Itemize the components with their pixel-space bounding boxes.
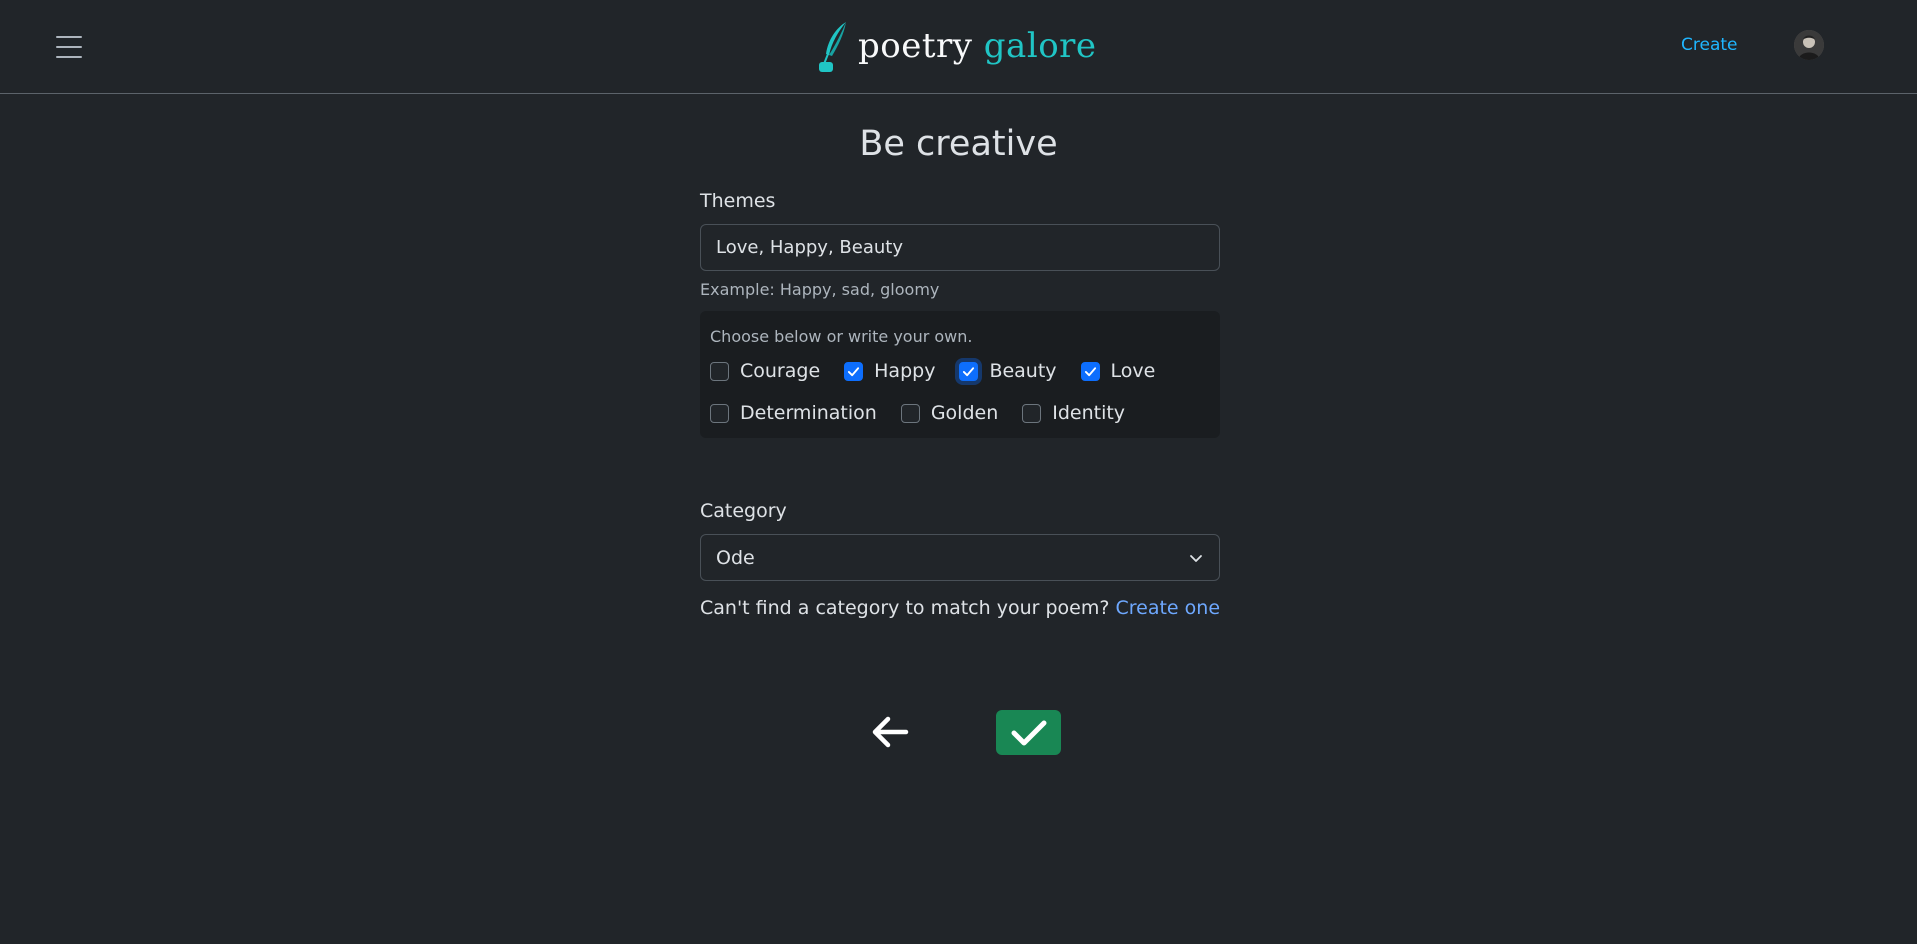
checkbox[interactable]: [844, 361, 864, 381]
cant-find-text: Can't find a category to match your poem…: [700, 597, 1110, 619]
checkbox-label: Identity: [1052, 402, 1126, 424]
theme-checkbox-group: Courage Happy Beauty Love Determination …: [710, 360, 1210, 424]
theme-checkbox-happy[interactable]: Happy: [844, 360, 935, 382]
arrow-left-icon: [872, 716, 909, 748]
hamburger-menu-icon[interactable]: [56, 36, 82, 58]
category-help: Can't find a category to match your poem…: [700, 597, 1220, 619]
page-title: Be creative: [859, 124, 1058, 164]
checkbox-label: Golden: [930, 402, 999, 424]
check-icon: [1011, 720, 1046, 745]
checkbox-label: Courage: [740, 360, 821, 382]
checkbox[interactable]: [959, 361, 979, 381]
checkbox-label: Happy: [874, 360, 936, 382]
avatar-image: [1794, 30, 1824, 60]
brand-word-galore: galore: [983, 26, 1097, 66]
checkmark-icon: [963, 366, 975, 376]
theme-choices-hint: Choose below or write your own.: [710, 327, 973, 346]
brand-logo[interactable]: poetry galore: [818, 20, 1097, 72]
back-button[interactable]: [868, 712, 912, 752]
theme-choices-panel: Choose below or write your own. Courage …: [700, 311, 1220, 438]
checkbox[interactable]: [900, 403, 920, 423]
theme-checkbox-golden[interactable]: Golden: [900, 402, 999, 424]
theme-checkbox-beauty[interactable]: Beauty: [959, 360, 1057, 382]
checkbox-label: Love: [1110, 360, 1156, 382]
checkbox-label: Beauty: [989, 360, 1057, 382]
poem-form: Themes Example: Happy, sad, gloomy Choos…: [700, 190, 1220, 619]
checkmark-icon: [1084, 366, 1096, 376]
checkbox[interactable]: [1022, 403, 1042, 423]
category-label: Category: [700, 500, 787, 522]
themes-label: Themes: [700, 190, 776, 212]
themes-helper-text: Example: Happy, sad, gloomy: [700, 280, 940, 299]
checkbox[interactable]: [1080, 361, 1100, 381]
theme-checkbox-courage[interactable]: Courage: [710, 360, 820, 382]
checkbox-label: Determination: [740, 402, 877, 424]
quill-ink-icon: [819, 22, 846, 72]
user-avatar[interactable]: [1794, 30, 1824, 60]
checkbox[interactable]: [710, 361, 729, 381]
theme-checkbox-determination[interactable]: Determination: [710, 402, 877, 424]
nav-create-link[interactable]: Create: [1681, 35, 1738, 55]
navbar: poetry galore Create: [0, 0, 1917, 94]
submit-button[interactable]: [996, 710, 1061, 755]
create-category-link[interactable]: Create one: [1115, 597, 1220, 619]
theme-checkbox-identity[interactable]: Identity: [1022, 402, 1125, 424]
theme-checkbox-love[interactable]: Love: [1080, 360, 1156, 382]
brand-name: poetry galore: [858, 26, 1097, 66]
category-selected-value: Ode: [716, 546, 755, 569]
checkbox[interactable]: [710, 403, 729, 423]
themes-input[interactable]: [700, 224, 1220, 271]
category-select[interactable]: Ode: [700, 534, 1220, 581]
checkmark-icon: [848, 366, 860, 376]
brand-word-poetry: poetry: [858, 26, 973, 66]
chevron-down-icon: [1190, 554, 1202, 562]
